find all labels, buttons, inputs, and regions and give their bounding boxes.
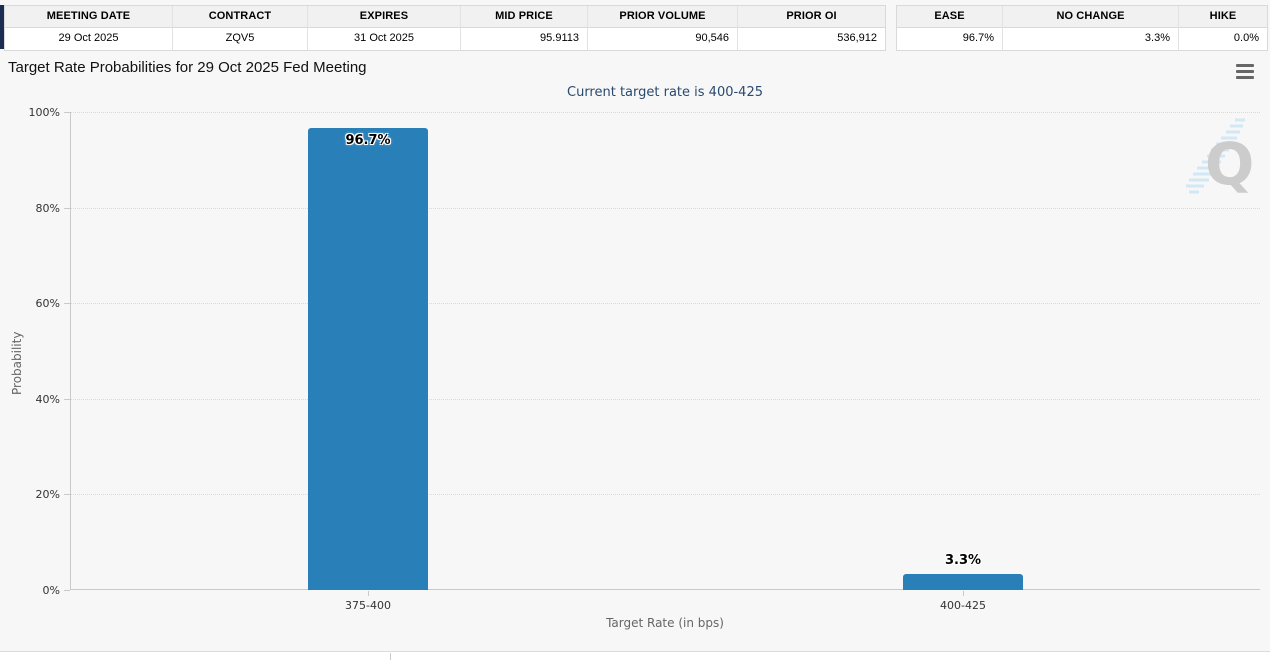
chart-subtitle: Current target rate is 400-425 [567,85,763,100]
summary-table-header-cell: EASE [897,6,1003,28]
y-axis-tick [64,112,70,113]
contract-table-header-cell: EXPIRES [308,6,461,28]
y-axis-tick-label: 100% [28,106,60,119]
contract-table-header-cell: MID PRICE [461,6,588,28]
contract-table-header-row: MEETING DATE CONTRACT EXPIRES MID PRICE PRIO… [5,6,885,28]
hamburger-bar [1236,70,1254,73]
bar-value-label: 3.3% [944,553,982,568]
contract-table-value-row: 29 Oct 2025 ZQV5 31 Oct 2025 95.9113 90,546 5… [5,28,885,50]
y-axis-tick-label: 80% [35,201,60,215]
y-axis-title: Probability [10,331,24,395]
y-gridline [71,303,1260,305]
summary-table-value-cell: 0.0% [1233,32,1259,44]
contract-table-value-cell: 90,546 [588,28,738,50]
contract-table-header-cell: MEETING DATE [5,6,173,28]
contract-table-value-cell: 95.9113 [461,28,588,50]
contract-table-header-cell: CONTRACT [173,6,308,28]
probability-bar[interactable] [308,128,428,590]
y-axis-tick-label: 20% [35,488,60,502]
y-gridline [71,494,1260,496]
y-axis-tick [64,398,70,400]
contract-table-header-cell: PRIOR VOLUME [588,6,738,28]
hamburger-bar [1236,76,1254,79]
y-axis-tick-label: 40% [35,392,60,406]
x-axis-category-label: 400-425 [940,599,986,612]
y-gridline [71,112,1260,113]
contract-table-value-cell: 536,912 [837,32,877,44]
y-axis-tick [64,590,70,591]
summary-table-value-cell: 96.7% [897,28,1003,50]
y-axis-tick-label: 0% [42,584,60,597]
bar-chart-plot-area [70,112,1260,590]
y-gridline [71,398,1260,400]
x-axis-tick [368,591,369,596]
y-gridline [71,207,1260,209]
summary-table-header-cell: HIKE [1209,10,1237,22]
contract-table-value-cell: ZQV5 [173,28,308,50]
summary-table-value-row: 96.7% 3.3% 0.0% [897,28,1267,50]
y-axis-tick-label: 60% [35,297,60,311]
next-section-column-divider [390,653,391,660]
contract-table-value-cell: 31 Oct 2025 [308,28,461,50]
x-axis-tick [963,591,964,596]
summary-table-header-row: EASE NO CHANGE HIKE [897,6,1267,28]
fedwatch-page: MEETING DATE CONTRACT EXPIRES MID PRICE PRIO… [0,0,1270,660]
hamburger-bar [1236,64,1254,67]
chart-title: Target Rate Probabilities for 29 Oct 202… [8,59,367,76]
x-axis-title: Target Rate (in bps) [606,616,724,630]
next-section-edge [0,651,1270,660]
contract-table-header-cell: PRIOR OI [786,10,837,22]
contract-table-value-cell: 29 Oct 2025 [5,28,173,50]
y-axis-tick [64,303,70,305]
probability-summary-table: EASE NO CHANGE HIKE 96.7% 3.3% 0.0% [896,5,1268,51]
bar-value-label: 96.7% [345,133,391,148]
y-axis-tick [64,207,70,209]
x-axis-category-label: 375-400 [345,599,391,612]
chart-context-menu-icon[interactable] [1234,62,1256,82]
summary-table-header-cell: NO CHANGE [1003,6,1179,28]
y-axis-tick [64,494,70,496]
contract-info-table: MEETING DATE CONTRACT EXPIRES MID PRICE PRIO… [4,5,886,51]
summary-table-value-cell: 3.3% [1003,28,1179,50]
probability-bar[interactable] [903,574,1023,590]
